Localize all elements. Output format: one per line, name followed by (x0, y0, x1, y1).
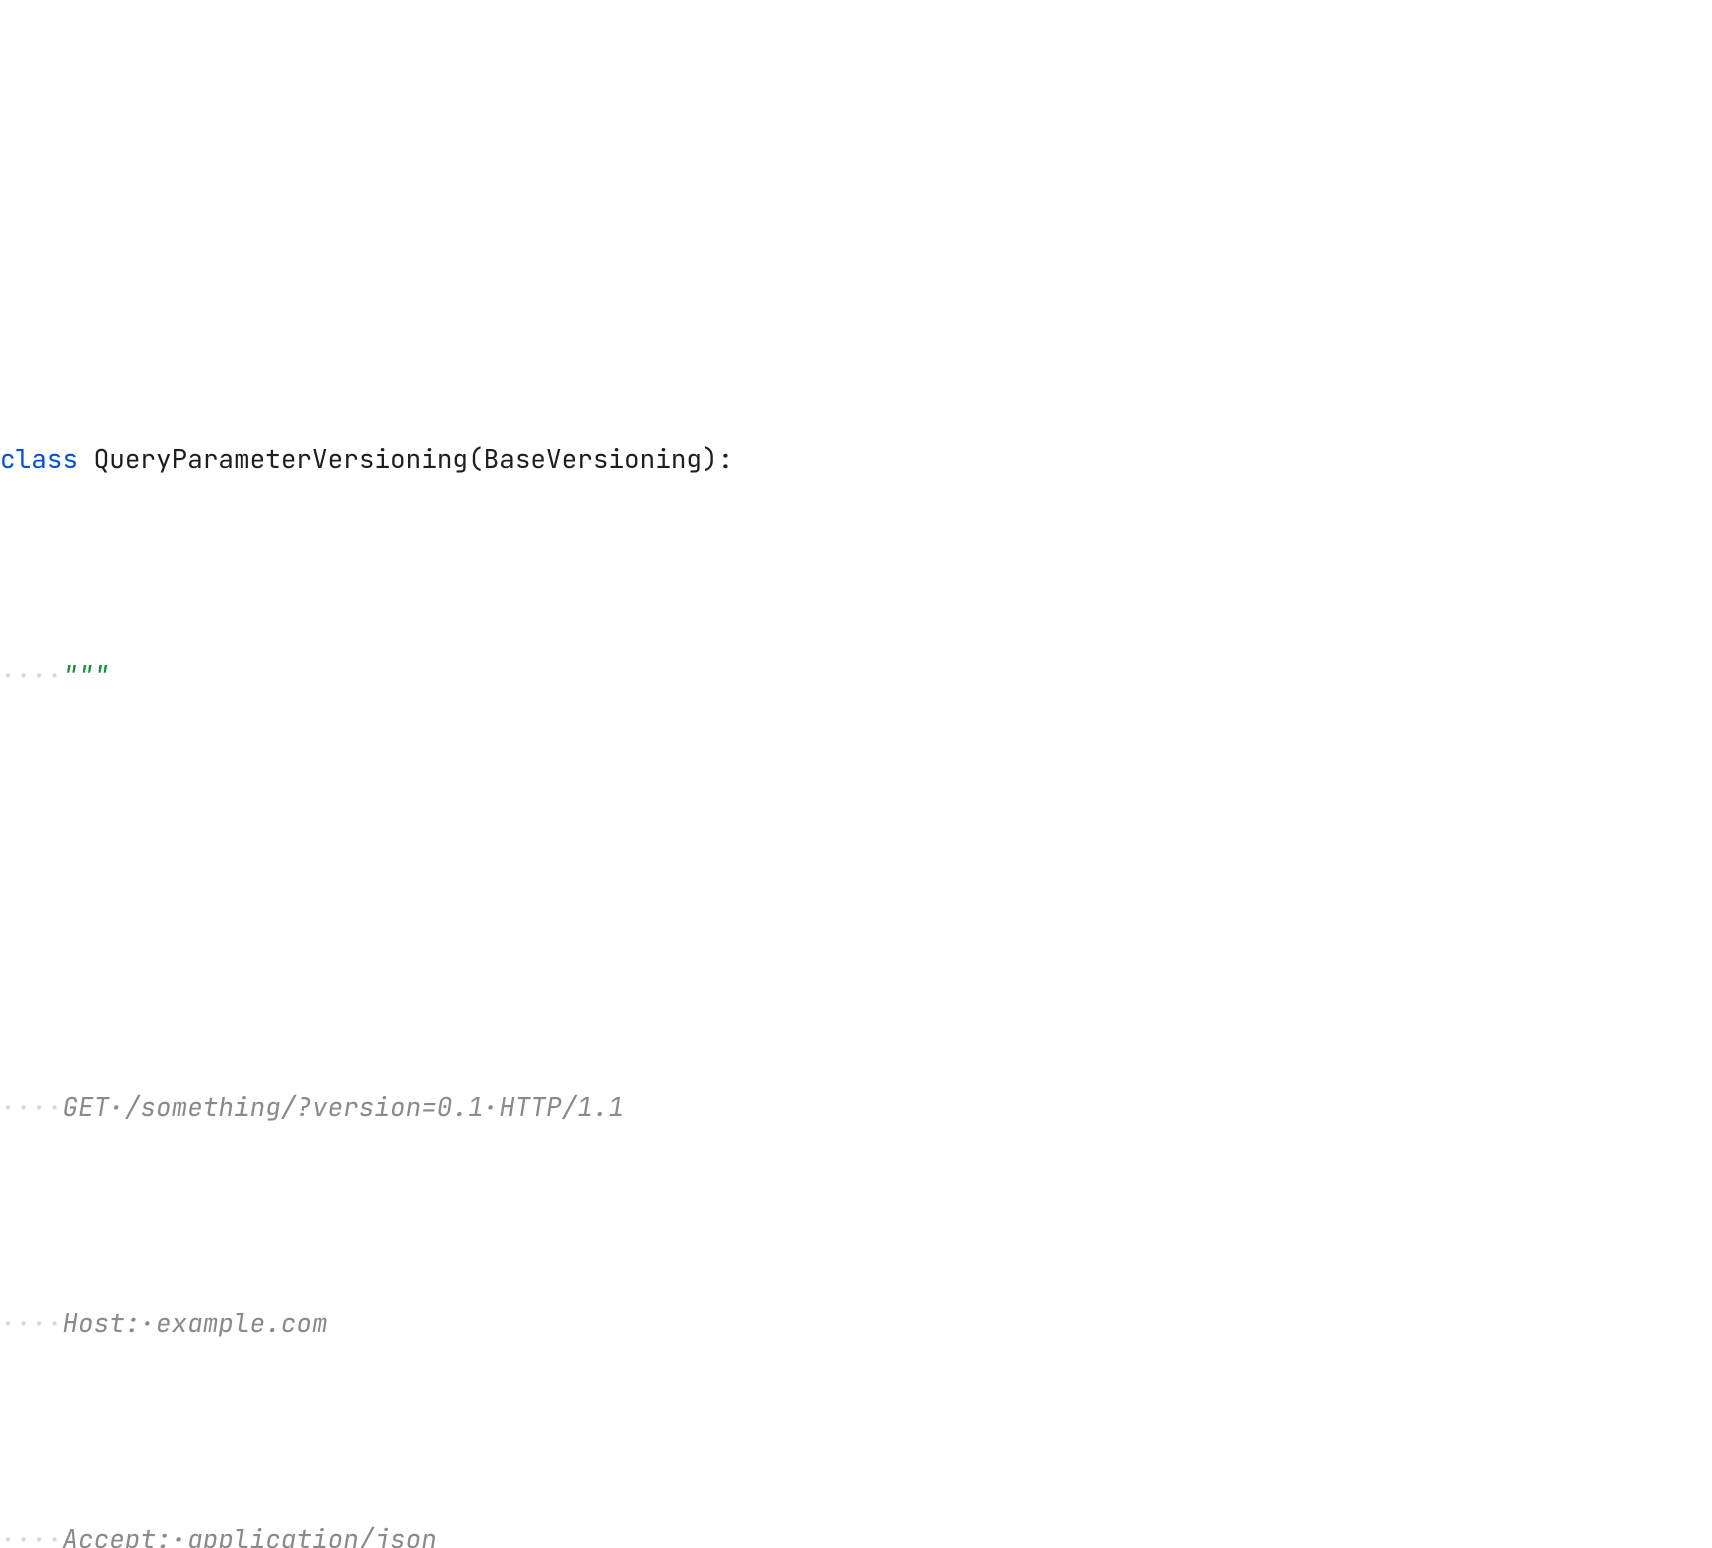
code-line[interactable]: ····Accept:·application/json (0, 1512, 1712, 1548)
docstring-text: Accept:·application/json (62, 1521, 436, 1548)
docstring-text: GET·/something/?version=0.1·HTTP/1.1 (62, 1089, 624, 1124)
code-line[interactable]: ····""" (0, 648, 1712, 702)
code-line[interactable]: class QueryParameterVersioning(BaseVersi… (0, 432, 1712, 486)
code-line[interactable]: ····Host:·example.com (0, 1296, 1712, 1350)
keyword-class: class (0, 441, 78, 476)
docstring-text: Host:·example.com (62, 1305, 327, 1340)
whitespace: ···· (0, 1305, 62, 1340)
whitespace: ···· (0, 657, 62, 692)
class-signature: QueryParameterVersioning(BaseVersioning)… (78, 441, 733, 476)
code-line-blank[interactable] (0, 864, 1712, 918)
code-editor[interactable]: class QueryParameterVersioning(BaseVersi… (0, 270, 1712, 1548)
docstring-quote: """ (62, 657, 109, 692)
whitespace: ···· (0, 1521, 62, 1548)
code-line[interactable]: ····GET·/something/?version=0.1·HTTP/1.1 (0, 1080, 1712, 1134)
whitespace: ···· (0, 1089, 62, 1124)
